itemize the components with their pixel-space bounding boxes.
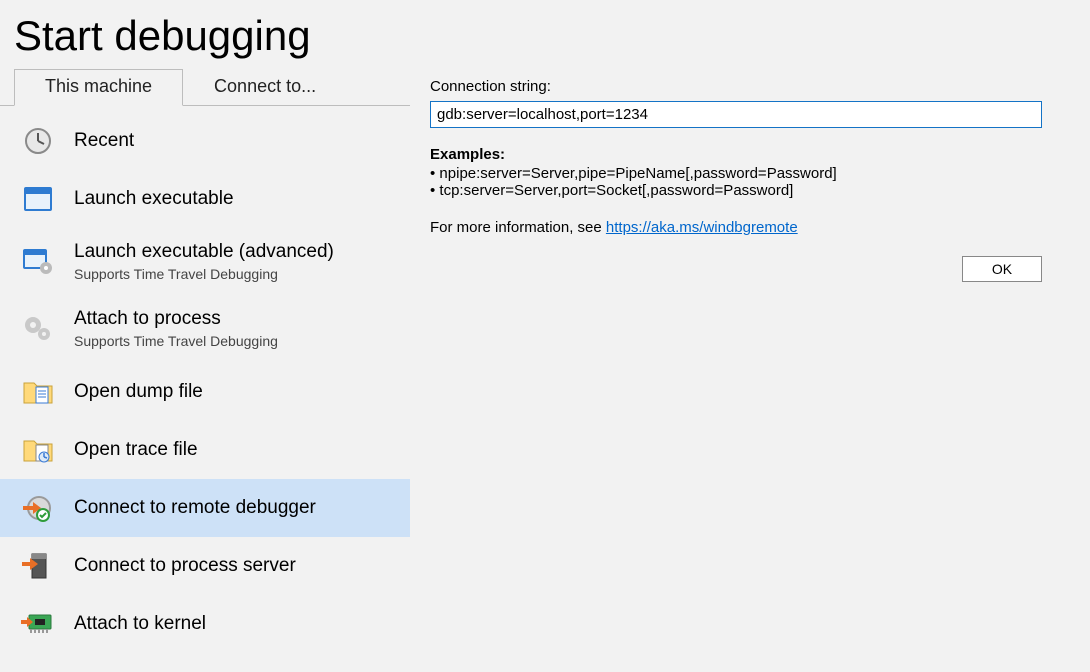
connection-string-label: Connection string: [430,78,1042,95]
info-prefix: For more information, see [430,219,606,236]
clock-icon [18,124,58,158]
tab-this-machine[interactable]: This machine [14,69,183,106]
chip-icon [18,607,58,641]
window-gear-icon [18,245,58,279]
sidebar-item-attach-to-kernel[interactable]: Attach to kernel [0,595,410,653]
sidebar-item-launch-executable-advanced[interactable]: Launch executable (advanced) Supports Ti… [0,228,410,295]
ok-button[interactable]: OK [962,256,1042,282]
sidebar: Recent Launch executable [0,112,410,653]
sidebar-item-connect-to-remote-debugger[interactable]: Connect to remote debugger [0,479,410,537]
folder-file-icon [18,375,58,409]
connection-string-input[interactable] [430,101,1042,128]
right-panel: Connection string: Examples: npipe:serve… [410,68,1090,653]
folder-trace-icon [18,433,58,467]
window-icon [18,182,58,216]
sidebar-item-sub: Supports Time Travel Debugging [74,333,278,351]
sidebar-item-label: Connect to remote debugger [74,496,316,520]
info-line: For more information, see https://aka.ms… [430,219,1042,236]
tab-connect-to[interactable]: Connect to... [183,69,347,106]
server-icon [18,549,58,583]
examples-list: npipe:server=Server,pipe=PipeName[,passw… [430,165,1042,199]
sidebar-item-launch-executable[interactable]: Launch executable [0,170,410,228]
example-item: npipe:server=Server,pipe=PipeName[,passw… [430,165,1042,182]
sidebar-item-recent[interactable]: Recent [0,112,410,170]
sidebar-item-label: Open dump file [74,380,203,404]
sidebar-item-open-trace-file[interactable]: Open trace file [0,421,410,479]
remote-debugger-icon [18,491,58,525]
sidebar-item-label: Attach to kernel [74,612,206,636]
left-column: This machine Connect to... Recent [0,68,410,653]
sidebar-item-label: Connect to process server [74,554,296,578]
sidebar-item-connect-to-process-server[interactable]: Connect to process server [0,537,410,595]
sidebar-item-label: Launch executable (advanced) [74,240,334,264]
info-link[interactable]: https://aka.ms/windbgremote [606,219,798,236]
tab-strip: This machine Connect to... [0,68,410,105]
gears-icon [18,312,58,346]
example-item: tcp:server=Server,port=Socket[,password=… [430,182,1042,199]
sidebar-item-label: Recent [74,129,134,153]
sidebar-item-label: Attach to process [74,307,278,331]
sidebar-item-label: Launch executable [74,187,234,211]
sidebar-item-sub: Supports Time Travel Debugging [74,266,334,284]
examples-heading: Examples: [430,146,1042,163]
page-title: Start debugging [14,12,1090,60]
sidebar-item-label: Open trace file [74,438,198,462]
sidebar-item-attach-to-process[interactable]: Attach to process Supports Time Travel D… [0,295,410,362]
sidebar-item-open-dump-file[interactable]: Open dump file [0,363,410,421]
